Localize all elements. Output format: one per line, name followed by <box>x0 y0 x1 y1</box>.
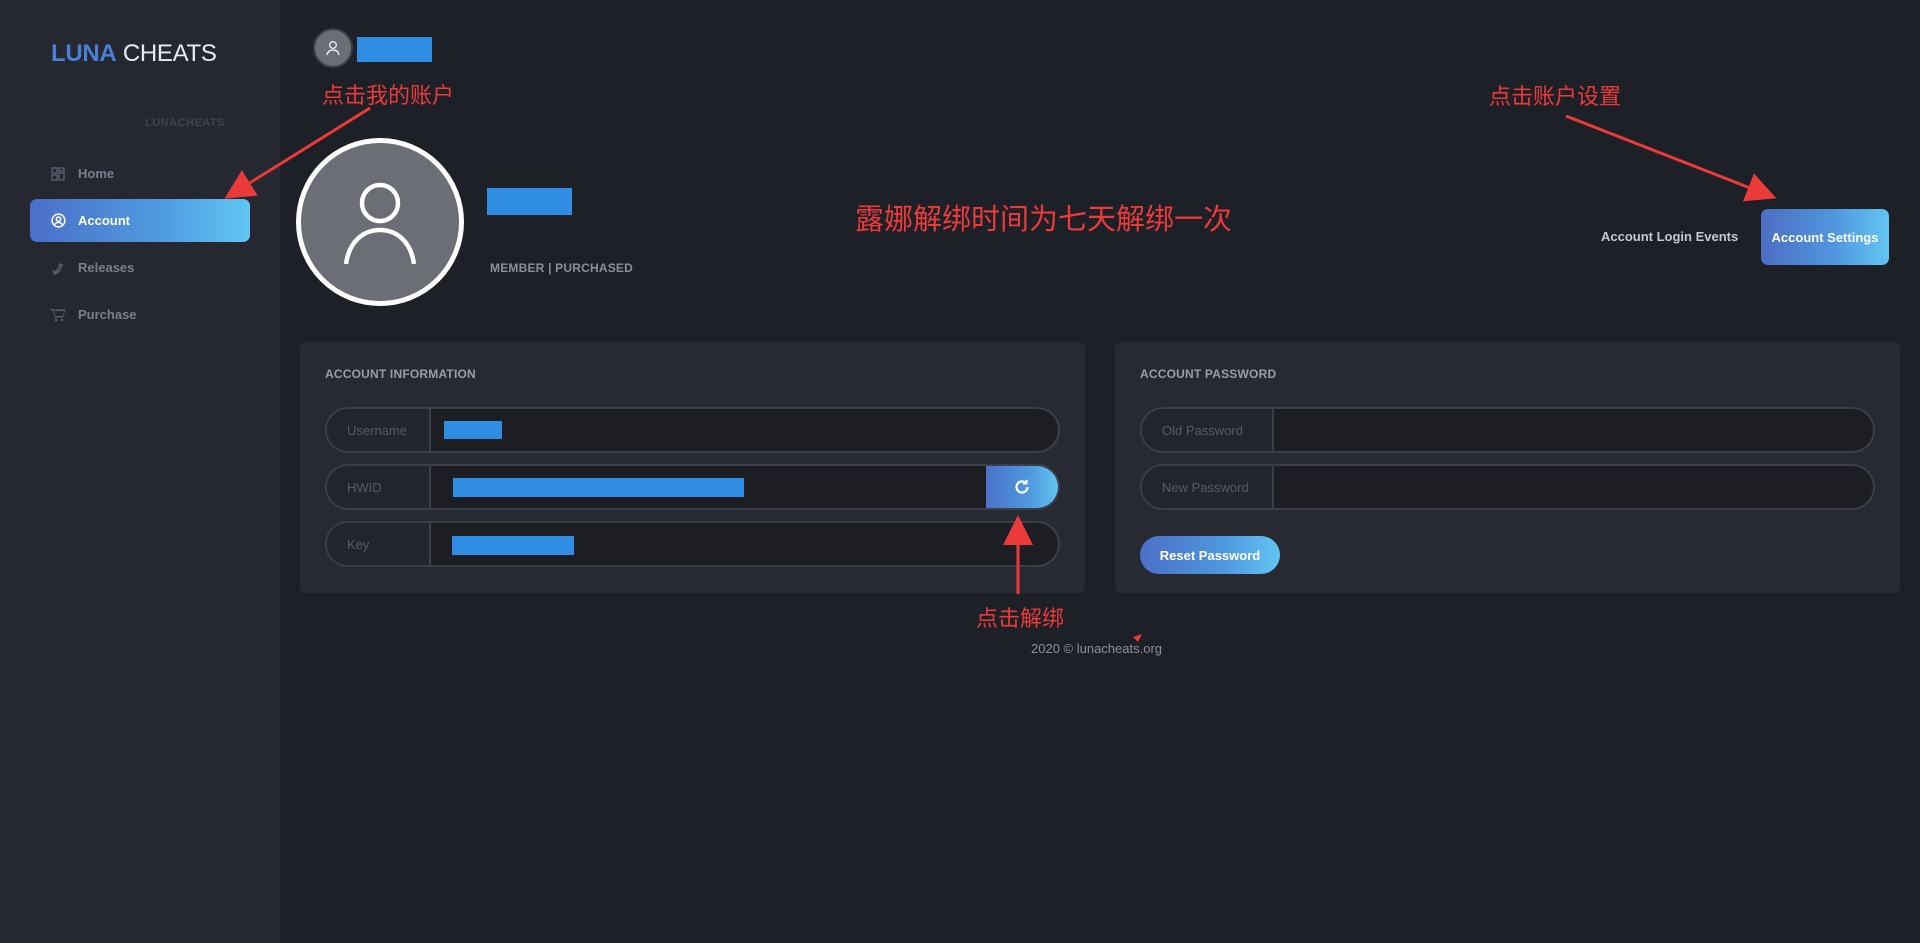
key-field: Key <box>325 521 1060 567</box>
sidebar-item-account[interactable]: Account <box>30 199 250 242</box>
sidebar-section-label: LUNACHEATS <box>145 117 225 129</box>
username-field: Username <box>325 407 1060 453</box>
annotation-click-account-settings: 点击账户设置 <box>1489 85 1622 110</box>
account-settings-button[interactable]: Account Settings <box>1761 209 1889 265</box>
sidebar: LUNA CHEATS LUNACHEATS Home Account Rele… <box>0 0 280 943</box>
field-label: HWID <box>327 466 431 508</box>
old-password-input[interactable] <box>1274 409 1873 451</box>
user-icon <box>326 41 340 56</box>
sidebar-item-label: Releases <box>78 260 135 275</box>
reset-password-button[interactable]: Reset Password <box>1140 536 1280 574</box>
redacted-profile-name <box>487 188 572 215</box>
brand-logo-luna: LUNA <box>51 40 117 67</box>
field-label: New Password <box>1142 466 1274 508</box>
key-input[interactable] <box>431 523 1058 565</box>
redacted-key <box>452 536 574 555</box>
arrow-to-settings <box>1565 114 1777 202</box>
sidebar-item-label: Account <box>78 213 130 228</box>
card-title: ACCOUNT INFORMATION <box>325 367 476 381</box>
footer-copyright: 2020 © lunacheats.org <box>1031 641 1163 656</box>
refresh-icon <box>1015 479 1029 494</box>
annotation-click-my-account: 点击我的账户 <box>322 84 455 109</box>
new-password-field: New Password <box>1140 464 1875 510</box>
card-title: ACCOUNT PASSWORD <box>1140 367 1277 381</box>
sidebar-item-label: Purchase <box>78 307 137 322</box>
username-input[interactable] <box>431 409 1058 451</box>
member-status: MEMBER | PURCHASED <box>490 261 633 275</box>
account-information-card: ACCOUNT INFORMATION Username HWID Key <box>300 342 1085 593</box>
grid-icon <box>50 166 66 182</box>
field-label: Username <box>327 409 431 451</box>
hwid-input[interactable] <box>431 466 986 508</box>
field-label: Old Password <box>1142 409 1274 451</box>
annotation-unbind-note: 露娜解绑时间为七天解绑一次 <box>855 202 1233 236</box>
user-icon <box>343 182 417 265</box>
field-label: Key <box>327 523 431 565</box>
user-circle-icon <box>50 213 66 229</box>
old-password-field: Old Password <box>1140 407 1875 453</box>
account-login-events-link[interactable]: Account Login Events <box>1601 229 1738 244</box>
new-password-input[interactable] <box>1274 466 1873 508</box>
redacted-username <box>444 421 502 439</box>
sidebar-item-purchase[interactable]: Purchase <box>30 293 250 336</box>
reset-hwid-button[interactable] <box>986 466 1058 508</box>
account-password-card: ACCOUNT PASSWORD Old Password New Passwo… <box>1115 342 1900 593</box>
redacted-username-top <box>357 37 432 62</box>
profile-avatar <box>296 138 464 306</box>
sidebar-item-releases[interactable]: Releases <box>30 246 250 289</box>
brand-logo[interactable]: LUNA CHEATS <box>51 40 217 68</box>
redacted-hwid <box>453 478 744 497</box>
sidebar-item-home[interactable]: Home <box>30 152 250 195</box>
cart-icon <box>50 307 66 323</box>
sidebar-item-label: Home <box>78 166 115 181</box>
top-avatar[interactable] <box>313 28 353 68</box>
annotation-click-unbind: 点击解绑 <box>976 607 1065 632</box>
hwid-field: HWID <box>325 464 1060 510</box>
brand-logo-cheats: CHEATS <box>122 40 217 67</box>
rocket-icon <box>50 260 66 276</box>
